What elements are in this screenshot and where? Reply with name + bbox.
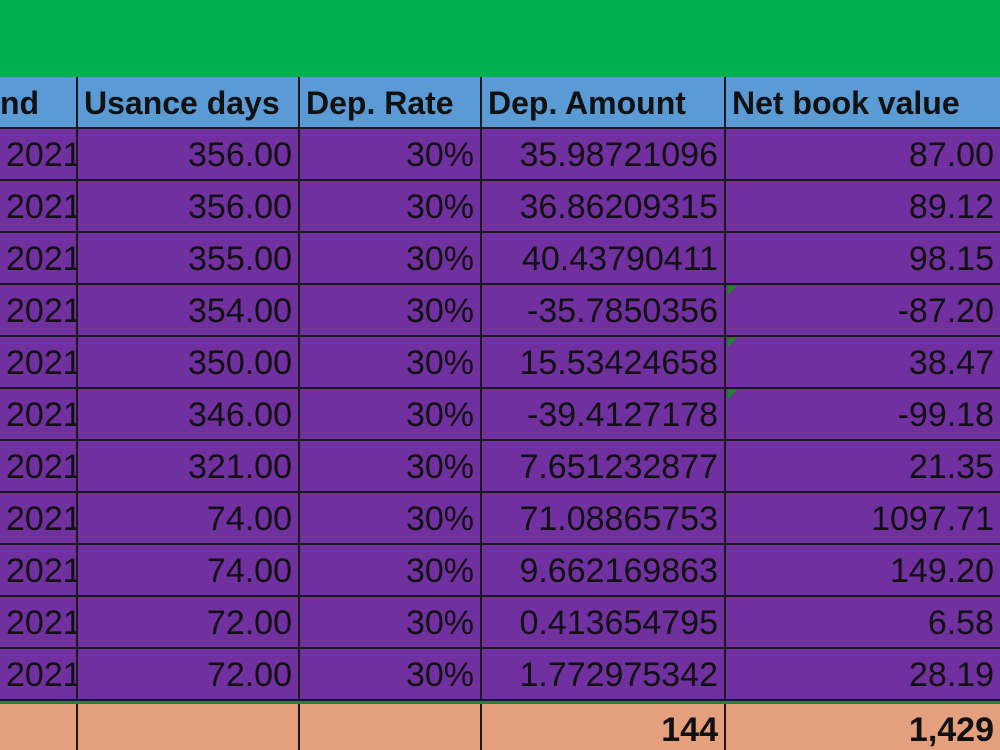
- green-header-band: [0, 0, 1000, 77]
- cell-net-book-value[interactable]: 28.19: [726, 649, 1000, 701]
- cell-dep-amount[interactable]: 35.98721096: [482, 129, 726, 181]
- cell-end[interactable]: 2021: [0, 649, 78, 701]
- cell-dep-rate[interactable]: 30%: [300, 233, 482, 285]
- error-indicator-icon: [728, 338, 737, 347]
- table-row: 2021 350.00 30% 15.53424658 38.47: [0, 337, 1000, 389]
- table-row: 2021 354.00 30% -35.7850356 -87.20: [0, 285, 1000, 337]
- header-cell-usance-days[interactable]: Usance days: [78, 77, 300, 129]
- cell-net-book-value[interactable]: 87.00: [726, 129, 1000, 181]
- table-row: 2021 72.00 30% 1.772975342 28.19: [0, 649, 1000, 701]
- cell-dep-rate[interactable]: 30%: [300, 129, 482, 181]
- cell-dep-amount[interactable]: -35.7850356: [482, 285, 726, 337]
- error-indicator-icon: [728, 286, 737, 295]
- cell-dep-amount[interactable]: 1.772975342: [482, 649, 726, 701]
- cell-end[interactable]: 2021: [0, 597, 78, 649]
- cell-end[interactable]: 2021: [0, 545, 78, 597]
- total-cell-usance-days[interactable]: [78, 704, 300, 750]
- cell-net-book-value[interactable]: 21.35: [726, 441, 1000, 493]
- table-row: 2021 356.00 30% 35.98721096 87.00: [0, 129, 1000, 181]
- cell-end[interactable]: 2021: [0, 389, 78, 441]
- table-row: 2021 74.00 30% 9.662169863 149.20: [0, 545, 1000, 597]
- table-row: 2021 356.00 30% 36.86209315 89.12: [0, 181, 1000, 233]
- cell-usance-days[interactable]: 74.00: [78, 493, 300, 545]
- cell-usance-days[interactable]: 74.00: [78, 545, 300, 597]
- total-cell-end[interactable]: [0, 704, 78, 750]
- cell-dep-amount[interactable]: 36.86209315: [482, 181, 726, 233]
- cell-dep-amount[interactable]: 7.651232877: [482, 441, 726, 493]
- cell-dep-rate[interactable]: 30%: [300, 597, 482, 649]
- cell-net-book-value[interactable]: 38.47: [726, 337, 1000, 389]
- total-cell-dep-amount[interactable]: 144: [482, 704, 726, 750]
- cell-dep-amount[interactable]: 15.53424658: [482, 337, 726, 389]
- cell-end[interactable]: 2021: [0, 441, 78, 493]
- cell-net-book-value[interactable]: 98.15: [726, 233, 1000, 285]
- cell-dep-rate[interactable]: 30%: [300, 181, 482, 233]
- cell-dep-amount[interactable]: 71.08865753: [482, 493, 726, 545]
- cell-dep-amount[interactable]: 0.413654795: [482, 597, 726, 649]
- cell-dep-amount[interactable]: 9.662169863: [482, 545, 726, 597]
- total-cell-net-book-value[interactable]: 1,429: [726, 704, 1000, 750]
- header-cell-dep-amount[interactable]: Dep. Amount: [482, 77, 726, 129]
- cell-end[interactable]: 2021: [0, 181, 78, 233]
- cell-net-book-value[interactable]: 149.20: [726, 545, 1000, 597]
- header-cell-end[interactable]: nd: [0, 77, 78, 129]
- cell-net-book-value[interactable]: 89.12: [726, 181, 1000, 233]
- total-cell-dep-rate[interactable]: [300, 704, 482, 750]
- cell-dep-rate[interactable]: 30%: [300, 337, 482, 389]
- cell-dep-rate[interactable]: 30%: [300, 545, 482, 597]
- cell-dep-rate[interactable]: 30%: [300, 493, 482, 545]
- error-indicator-icon: [728, 390, 737, 399]
- cell-dep-amount[interactable]: 40.43790411: [482, 233, 726, 285]
- cell-net-book-value[interactable]: -87.20: [726, 285, 1000, 337]
- cell-usance-days[interactable]: 72.00: [78, 597, 300, 649]
- cell-usance-days[interactable]: 356.00: [78, 129, 300, 181]
- cell-end[interactable]: 2021: [0, 285, 78, 337]
- cell-usance-days[interactable]: 350.00: [78, 337, 300, 389]
- spreadsheet-grid: nd Usance days Dep. Rate Dep. Amount Net…: [0, 77, 1000, 750]
- table-row: 2021 346.00 30% -39.4127178 -99.18: [0, 389, 1000, 441]
- table-row: 2021 355.00 30% 40.43790411 98.15: [0, 233, 1000, 285]
- table-row: 2021 321.00 30% 7.651232877 21.35: [0, 441, 1000, 493]
- header-cell-dep-rate[interactable]: Dep. Rate: [300, 77, 482, 129]
- cell-net-book-value[interactable]: -99.18: [726, 389, 1000, 441]
- cell-end[interactable]: 2021: [0, 493, 78, 545]
- cell-dep-amount[interactable]: -39.4127178: [482, 389, 726, 441]
- cell-dep-rate[interactable]: 30%: [300, 441, 482, 493]
- cell-end[interactable]: 2021: [0, 129, 78, 181]
- cell-usance-days[interactable]: 321.00: [78, 441, 300, 493]
- cell-dep-rate[interactable]: 30%: [300, 285, 482, 337]
- cell-net-book-value[interactable]: 1097.71: [726, 493, 1000, 545]
- cell-dep-rate[interactable]: 30%: [300, 389, 482, 441]
- cell-usance-days[interactable]: 354.00: [78, 285, 300, 337]
- cell-end[interactable]: 2021: [0, 233, 78, 285]
- header-row: nd Usance days Dep. Rate Dep. Amount Net…: [0, 77, 1000, 129]
- totals-row: 144 1,429: [0, 701, 1000, 750]
- table-row: 2021 74.00 30% 71.08865753 1097.71: [0, 493, 1000, 545]
- cell-usance-days[interactable]: 356.00: [78, 181, 300, 233]
- cell-net-book-value[interactable]: 6.58: [726, 597, 1000, 649]
- cell-usance-days[interactable]: 346.00: [78, 389, 300, 441]
- table-row: 2021 72.00 30% 0.413654795 6.58: [0, 597, 1000, 649]
- cell-usance-days[interactable]: 72.00: [78, 649, 300, 701]
- cell-dep-rate[interactable]: 30%: [300, 649, 482, 701]
- header-cell-net-book-value[interactable]: Net book value: [726, 77, 1000, 129]
- cell-end[interactable]: 2021: [0, 337, 78, 389]
- cell-usance-days[interactable]: 355.00: [78, 233, 300, 285]
